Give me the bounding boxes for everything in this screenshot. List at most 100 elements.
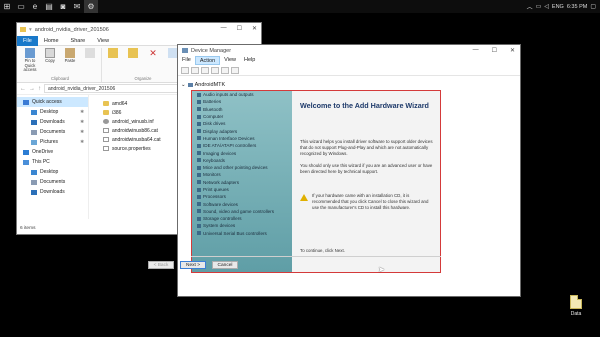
start-button[interactable]: ⊞ (0, 0, 14, 13)
pin-icon[interactable]: ✱ (80, 139, 84, 145)
nav-item[interactable]: Downloads ✱ (17, 117, 88, 127)
clock[interactable]: 6:35 PM (567, 4, 587, 10)
explorer-titlebar[interactable]: ▾ android_nvidia_driver_201506 — ☐ ✕ (17, 23, 261, 36)
task-view-button[interactable]: ▭ (14, 0, 28, 13)
nav-item[interactable]: Desktop (17, 167, 88, 177)
cancel-button[interactable]: Cancel (212, 261, 238, 269)
cut-button[interactable] (81, 48, 99, 76)
device-category-label: Software devices (203, 201, 238, 207)
minimize-icon[interactable]: — (473, 47, 479, 54)
forward-arrow-icon[interactable]: → (29, 86, 35, 92)
copy-to-button[interactable] (124, 48, 142, 76)
help-icon[interactable] (211, 66, 219, 74)
device-category: Human Interface Devices (192, 135, 292, 142)
nav-item[interactable]: OneDrive (17, 147, 88, 157)
file-name: source.properties (112, 145, 151, 152)
minimize-icon[interactable]: — (221, 25, 227, 32)
windows-icon: ⊞ (3, 2, 11, 11)
desktop-icon-data[interactable]: Data (565, 295, 587, 317)
device-tree: ⌄ AndroidMTK (181, 81, 281, 89)
status-bar: 6 items (20, 226, 36, 231)
menu-view[interactable]: View (220, 56, 240, 65)
device-icon (197, 121, 201, 126)
pin-icon[interactable]: ✱ (80, 119, 84, 125)
nav-item[interactable]: This PC (17, 157, 88, 167)
edge-button[interactable]: e (28, 0, 42, 13)
delete-button[interactable]: ✕ (144, 48, 162, 76)
close-icon[interactable]: ✕ (252, 25, 257, 32)
copy-icon (45, 48, 55, 58)
nav-item-label: Desktop (40, 109, 59, 115)
properties-icon[interactable] (201, 66, 209, 74)
menu-help[interactable]: Help (240, 56, 259, 65)
pin-icon[interactable]: ✱ (80, 109, 84, 115)
up-arrow-icon[interactable]: ↑ (38, 86, 41, 92)
device-category-label: System devices (203, 223, 236, 229)
copy-button[interactable]: Copy (41, 48, 59, 76)
menu-file[interactable]: File (178, 56, 195, 65)
desktop-icon (31, 109, 37, 115)
store-icon: ◙ (60, 2, 66, 11)
taskbar: ⊞ ▭ e ▤ ◙ ✉ ⚙ ︿ ▭ ◁ ENG 6:35 PM ▢ (0, 0, 600, 13)
doc-icon (103, 137, 109, 142)
device-icon (197, 114, 201, 119)
update-driver-icon[interactable] (221, 66, 229, 74)
nav-item[interactable]: Downloads (17, 187, 88, 197)
device-category: Mice and other pointing devices (192, 164, 292, 171)
scan-hardware-icon[interactable] (231, 66, 239, 74)
nav-item-label: Downloads (40, 119, 65, 125)
maximize-icon[interactable]: ☐ (237, 25, 242, 32)
volume-icon[interactable]: ◁ (544, 3, 549, 10)
store-button[interactable]: ◙ (56, 0, 70, 13)
tab-file[interactable]: File (17, 35, 38, 46)
menu-action[interactable]: Action (194, 56, 221, 65)
chevron-down-icon[interactable]: ⌄ (181, 82, 186, 88)
system-tray: ︿ ▭ ◁ ENG 6:35 PM ▢ (527, 0, 596, 13)
window-title: android_nvidia_driver_201506 (34, 26, 109, 33)
tab-share[interactable]: Share (65, 36, 92, 46)
device-icon (197, 216, 201, 221)
tab-view[interactable]: View (91, 36, 115, 46)
tab-home[interactable]: Home (38, 36, 65, 46)
device-category-label: Audio inputs and outputs (203, 92, 254, 98)
delete-icon: ✕ (149, 48, 157, 58)
file-name: androidwinusba64.cat (112, 136, 161, 143)
nav-item[interactable]: Documents ✱ (17, 127, 88, 137)
language-indicator[interactable]: ENG (552, 4, 564, 10)
file-name: amd64 (112, 100, 128, 107)
mail-icon: ✉ (73, 2, 81, 11)
pin-icon[interactable]: ✱ (80, 129, 84, 135)
pin-quick-access-button[interactable]: Pin to Quick access (21, 48, 39, 76)
close-icon[interactable]: ✕ (510, 47, 515, 54)
back-icon[interactable] (181, 66, 189, 74)
device-icon (197, 158, 201, 163)
desktop-icon-label: Data (570, 311, 582, 317)
chevron-up-icon[interactable]: ︿ (527, 2, 533, 11)
tree-root[interactable]: ⌄ AndroidMTK (181, 81, 281, 89)
nav-item[interactable]: Desktop ✱ (17, 107, 88, 117)
device-icon (197, 151, 201, 156)
window-title: Device Manager (191, 47, 232, 54)
paste-button[interactable]: Paste (61, 48, 79, 76)
nav-item[interactable]: Pictures ✱ (17, 137, 88, 147)
maximize-icon[interactable]: ☐ (492, 47, 497, 54)
device-category-label: Sound, video and game controllers (203, 208, 274, 214)
next-button[interactable]: Next > (180, 261, 206, 269)
back-arrow-icon[interactable]: ← (20, 86, 26, 92)
wizard-buttons: < Back Next > Cancel (148, 261, 238, 269)
onedrive-icon (23, 149, 29, 155)
nav-item[interactable]: Quick access (17, 97, 88, 107)
quick-access-toolbar-icon[interactable]: ▾ (29, 27, 32, 33)
devmgr-titlebar[interactable]: Device Manager — ☐ ✕ (178, 45, 520, 56)
forward-icon[interactable] (191, 66, 199, 74)
back-button[interactable]: < Back (148, 261, 174, 269)
devmgr-button[interactable]: ⚙ (84, 0, 98, 13)
device-category-label: Print queues (203, 187, 229, 192)
explorer-button[interactable]: ▤ (42, 0, 56, 13)
mail-button[interactable]: ✉ (70, 0, 84, 13)
nav-item[interactable]: Documents (17, 177, 88, 187)
nav-item-label: Downloads (40, 189, 65, 195)
notification-icon[interactable]: ▢ (590, 3, 596, 10)
network-icon[interactable]: ▭ (536, 3, 542, 10)
move-to-button[interactable] (104, 48, 122, 76)
